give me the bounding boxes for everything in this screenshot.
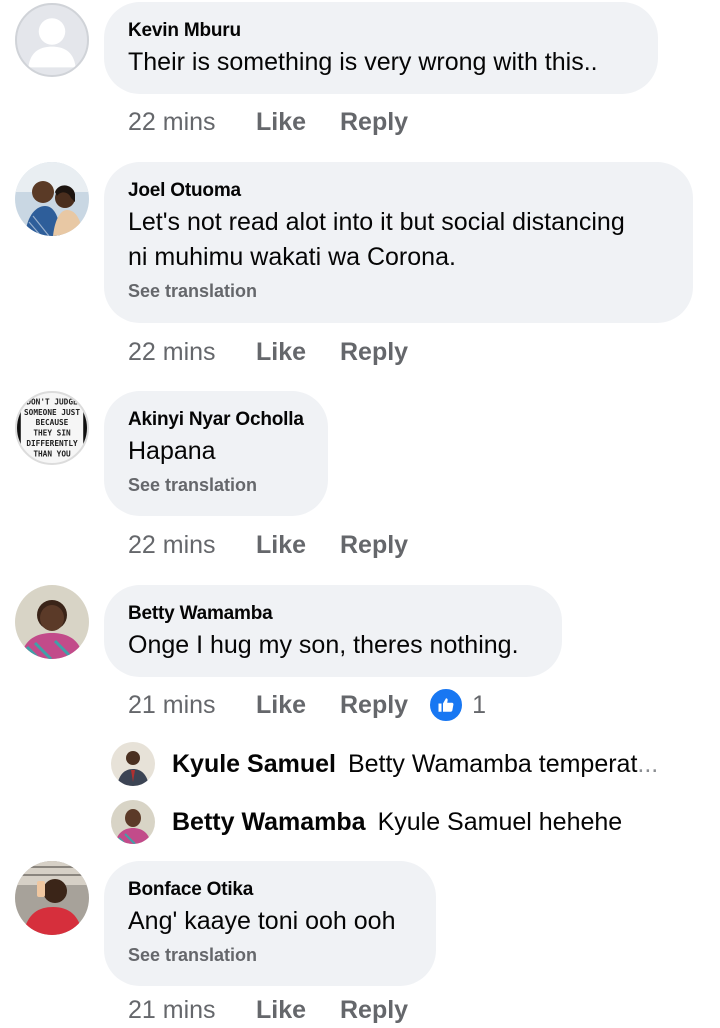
comment-author[interactable]: Bonface Otika [128,878,412,902]
avatar-quote-line: THAN YOU [33,449,71,458]
reply-author[interactable]: Betty Wamamba [172,808,366,837]
like-button[interactable]: Like [256,531,340,560]
like-button[interactable]: Like [256,108,340,137]
see-translation-link[interactable]: See translation [128,475,304,496]
comment-text: Their is something is very wrong with th… [128,48,598,76]
avatar-kyule-samuel[interactable] [111,742,155,786]
comment-bubble[interactable]: Bonface Otika Ang' kaaye toni ooh ooh Se… [104,861,436,986]
profile-photo [111,742,155,786]
comment-text-line: ni muhimu wakati wa Corona. [128,243,456,271]
comment-bubble[interactable]: Betty Wamamba Onge I hug my son, theres … [104,585,562,677]
profile-photo [15,162,89,236]
profile-photo [111,800,155,844]
comment-time[interactable]: 21 mins [128,996,256,1025]
avatar-bonface-otika[interactable] [15,861,89,935]
avatar-kevin-mburu[interactable] [15,3,89,77]
comment-time[interactable]: 21 mins [128,691,256,720]
reply-button[interactable]: Reply [340,338,408,367]
comment-text: Hapana [128,437,216,465]
comment-author[interactable]: Akinyi Nyar Ocholla [128,408,304,432]
avatar-quote-line: DIFFERENTLY [26,439,78,448]
reply-preview[interactable]: Kyule Samuel Betty Wamamba temperat... [111,741,658,787]
like-button[interactable]: Like [256,691,340,720]
like-button[interactable]: Like [256,996,340,1025]
comment-actions: 21 mins Like Reply 1 [128,687,486,723]
comment-time[interactable]: 22 mins [128,338,256,367]
comment-bubble[interactable]: Kevin Mburu Their is something is very w… [104,2,658,94]
comment-actions: 22 mins Like Reply [128,104,408,140]
avatar-joel-otuoma[interactable] [15,162,89,236]
comment-bubble[interactable]: Akinyi Nyar Ocholla Hapana See translati… [104,391,328,516]
profile-photo [15,585,89,659]
comment-text-line: Let's not read alot into it but social d… [128,208,625,236]
truncation-ellipsis: ... [637,749,659,778]
comment-actions: 22 mins Like Reply [128,527,408,563]
reply-text: Betty Wamamba temperat... [348,750,658,779]
see-translation-link[interactable]: See translation [128,945,412,966]
avatar-quote-line: THEY SIN [33,429,71,438]
avatar-betty-wamamba[interactable] [111,800,155,844]
thumbs-up-icon [428,687,465,723]
reaction-summary[interactable]: 1 [428,687,486,723]
reply-button[interactable]: Reply [340,691,408,720]
comment-actions: 22 mins Like Reply [128,334,408,370]
comment-author[interactable]: Betty Wamamba [128,602,538,626]
comment-author[interactable]: Joel Otuoma [128,179,669,203]
see-translation-link[interactable]: See translation [128,281,669,302]
reply-preview[interactable]: Betty Wamamba Kyule Samuel hehehe [111,799,622,845]
reply-button[interactable]: Reply [340,108,408,137]
comment-text: Onge I hug my son, theres nothing. [128,631,519,659]
avatar-akinyi-nyar-ocholla[interactable]: DON'T JUDGE SOMEONE JUST BECAUSE THEY SI… [15,391,89,465]
avatar-betty-wamamba[interactable] [15,585,89,659]
reply-text-content: Betty Wamamba temperat [347,749,638,778]
comment-text: Ang' kaaye toni ooh ooh [128,907,396,935]
reply-button[interactable]: Reply [340,531,408,560]
reply-button[interactable]: Reply [340,996,408,1025]
reply-author[interactable]: Kyule Samuel [172,750,336,779]
reply-text: Kyule Samuel hehehe [377,807,623,836]
avatar-quote-line: DON'T JUDGE [26,397,78,406]
default-profile-icon [28,18,76,68]
comment-author[interactable]: Kevin Mburu [128,19,634,43]
comment-actions: 21 mins Like Reply [128,992,408,1028]
avatar-quote-line: SOMEONE JUST [24,408,80,417]
comment-text: Let's not read alot into it but social d… [128,205,669,275]
comment-time[interactable]: 22 mins [128,531,256,560]
comment-bubble[interactable]: Joel Otuoma Let's not read alot into it … [104,162,693,323]
like-button[interactable]: Like [256,338,340,367]
profile-photo [15,861,89,935]
avatar-quote-line: BECAUSE [36,418,69,427]
reaction-count: 1 [472,690,486,719]
comment-time[interactable]: 22 mins [128,108,256,137]
quote-image-avatar: DON'T JUDGE SOMEONE JUST BECAUSE THEY SI… [17,393,87,463]
